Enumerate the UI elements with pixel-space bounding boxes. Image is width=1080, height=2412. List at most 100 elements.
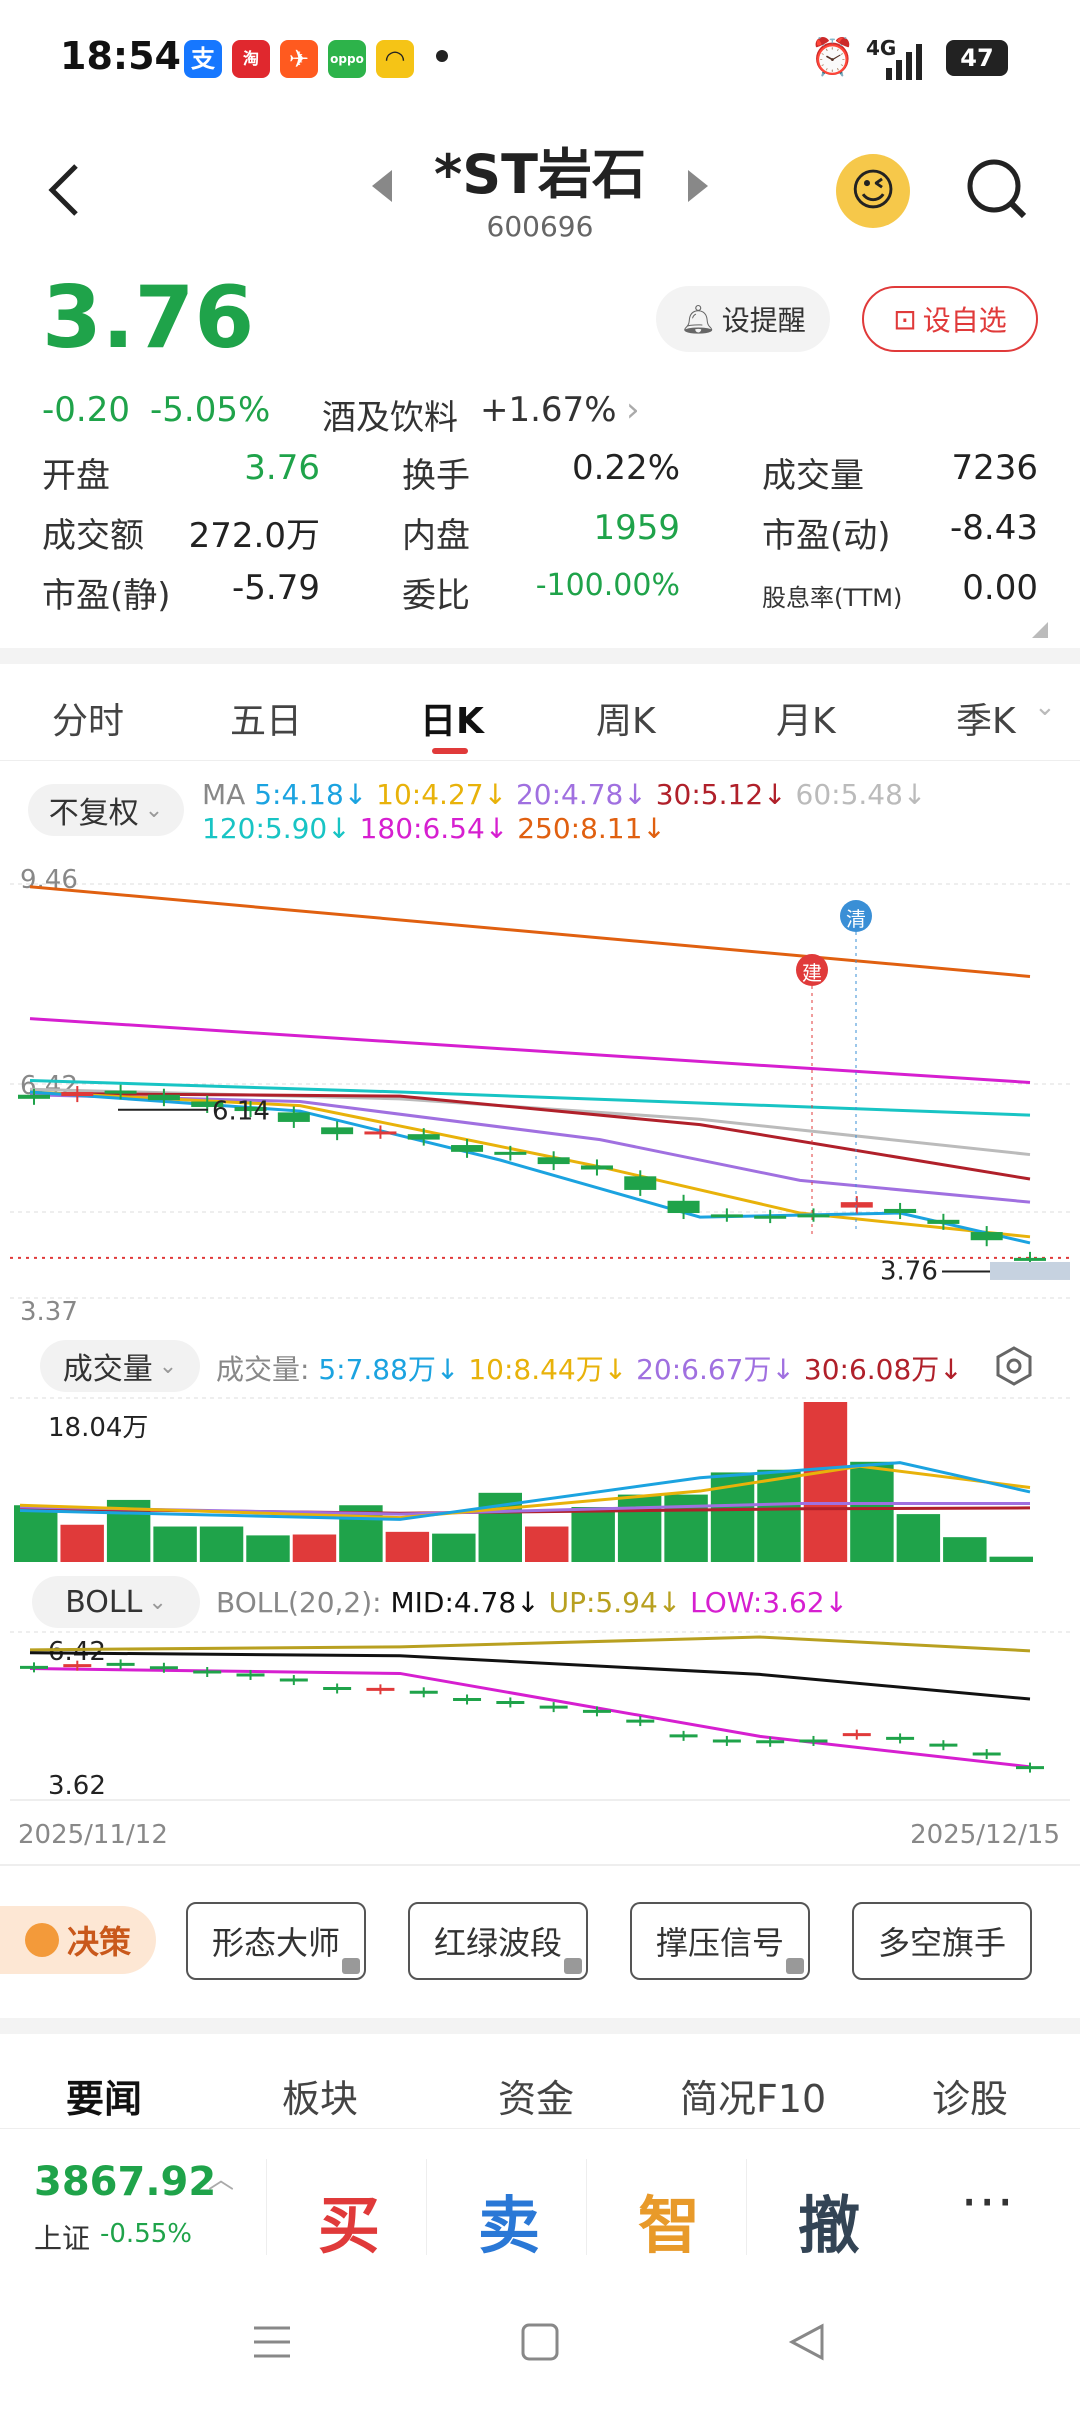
mascot-icon[interactable]: 😉 <box>836 154 910 228</box>
news-tab-板块[interactable]: 板块 <box>282 2068 358 2123</box>
back-triangle-icon[interactable] <box>786 2322 826 2362</box>
action-divider <box>426 2159 427 2255</box>
boll-selector-label: BOLL <box>65 1584 143 1620</box>
volume-chart[interactable]: 18.04万 <box>0 1396 1080 1568</box>
tool-button-label: 红绿波段 <box>433 1924 562 1962</box>
set-alert-button[interactable]: 🔔︎ 设提醒 <box>656 286 830 352</box>
boll-chart[interactable]: 6.423.62 <box>0 1630 1080 1806</box>
volume-bar <box>246 1535 290 1562</box>
current-price-tag <box>990 1261 1070 1280</box>
candle <box>61 1092 94 1097</box>
stat-value: 3.76 <box>244 448 320 488</box>
candle <box>927 1219 960 1224</box>
tool-button-多空旗手[interactable]: 多空旗手 <box>852 1902 1032 1980</box>
news-tab-诊股[interactable]: 诊股 <box>932 2068 1008 2123</box>
index-name: 上证 <box>34 2222 91 2255</box>
volume-bar <box>385 1531 430 1562</box>
candle <box>451 1145 484 1152</box>
chevron-right-icon[interactable]: › <box>626 390 640 430</box>
decision-label: 决策 <box>66 1923 131 1961</box>
tab-周K[interactable]: 周K <box>596 692 656 744</box>
news-tab-要闻[interactable]: 要闻 <box>66 2068 142 2123</box>
expand-corner-icon[interactable] <box>1032 622 1048 638</box>
boll-selector[interactable]: BOLL ⌄ <box>32 1576 200 1628</box>
search-icon[interactable] <box>964 156 1030 222</box>
sector-name[interactable]: 酒及饮料 <box>322 390 458 439</box>
action-divider <box>586 2159 587 2255</box>
tool-button-label: 形态大师 <box>211 1924 340 1962</box>
tool-button-红绿波段[interactable]: 红绿波段 <box>408 1902 588 1980</box>
candle <box>840 1202 873 1208</box>
legend-prefix: 成交量: <box>216 1353 319 1386</box>
volume-bar <box>803 1402 848 1562</box>
add-watchlist-button[interactable]: ⊡ 设自选 <box>862 286 1038 352</box>
more-icon[interactable]: ⋯ <box>960 2169 1014 2232</box>
section-divider <box>0 1864 1080 1866</box>
legend-item: 10:4.27↓ <box>376 778 516 811</box>
candle <box>18 1094 50 1099</box>
menu-icon[interactable] <box>252 2322 292 2362</box>
chevron-down-icon: ⌄ <box>158 1353 178 1379</box>
candle <box>364 1131 397 1135</box>
tab-日K[interactable]: 日K <box>420 692 484 744</box>
status-time: 18:54 <box>60 34 181 78</box>
adjust-selector[interactable]: 不复权 ⌄ <box>28 784 184 836</box>
volume-bar <box>989 1556 1033 1562</box>
more-notifications-icon <box>436 50 448 62</box>
tool-button-撑压信号[interactable]: 撑压信号 <box>630 1902 810 1980</box>
volume-bar <box>850 1461 894 1562</box>
volume-legend: 成交量: 5:7.88万↓ 10:8.44万↓ 20:6.67万↓ 30:6.0… <box>216 1348 996 1388</box>
settings-hexagon-icon[interactable] <box>994 1346 1034 1386</box>
action-divider <box>266 2159 267 2255</box>
prev-stock-icon[interactable] <box>368 168 396 204</box>
tab-五日[interactable]: 五日 <box>230 692 302 744</box>
tab-月K[interactable]: 月K <box>776 692 836 744</box>
tab-季K[interactable]: 季K <box>956 692 1016 744</box>
tab-分时[interactable]: 分时 <box>52 692 124 744</box>
action-智[interactable]: 智 <box>638 2175 700 2265</box>
tool-button-label: 多空旗手 <box>877 1924 1006 1962</box>
price-change-pct: -5.05% <box>150 390 271 430</box>
decision-button[interactable]: 决策 <box>0 1906 156 1974</box>
tool-button-形态大师[interactable]: 形态大师 <box>186 1902 366 1980</box>
volume-selector[interactable]: 成交量 ⌄ <box>40 1340 200 1392</box>
battery-icon: 47 <box>946 40 1008 76</box>
stat-value: -8.43 <box>950 508 1038 548</box>
adjust-label: 不复权 <box>48 796 139 831</box>
candle <box>321 1127 354 1135</box>
index-change: -0.55% <box>100 2219 192 2249</box>
next-stock-icon[interactable] <box>684 168 712 204</box>
lock-icon <box>342 1958 360 1974</box>
home-icon[interactable] <box>520 2322 560 2362</box>
stat-label: 换手 <box>402 456 470 496</box>
action-卖[interactable]: 卖 <box>478 2175 540 2265</box>
action-撤[interactable]: 撤 <box>798 2175 860 2265</box>
volume-bar <box>292 1534 337 1562</box>
action-买[interactable]: 买 <box>318 2175 380 2265</box>
volume-max-label: 18.04万 <box>48 1413 148 1443</box>
price-chart[interactable]: 9.466.423.376.143.76建清 <box>0 858 1080 1330</box>
news-tab-简况F10[interactable]: 简况F10 <box>680 2068 826 2123</box>
sector-change[interactable]: +1.67% <box>480 390 617 430</box>
candle <box>494 1151 527 1155</box>
stat-value: 0.00 <box>962 568 1038 608</box>
stat-value: 272.0万 <box>188 516 320 556</box>
stat-value: -100.00% <box>535 568 680 603</box>
chevron-up-icon[interactable]: ︿ <box>208 2159 234 2196</box>
buy-marker-label: 建 <box>802 961 822 985</box>
volume-bar <box>896 1514 941 1562</box>
index-value[interactable]: 3867.92 <box>34 2159 216 2205</box>
legend-prefix: BOLL(20,2): <box>216 1586 391 1619</box>
current-price: 3.76 <box>42 268 255 368</box>
action-divider <box>746 2159 747 2255</box>
decision-icon <box>24 1923 59 1957</box>
stock-header: *ST岩石 600696 😉 <box>0 120 1080 260</box>
news-tab-资金[interactable]: 资金 <box>498 2068 574 2123</box>
chevron-down-icon: ⌄ <box>144 797 164 823</box>
chevron-down-icon[interactable]: ⌄ <box>1034 692 1056 722</box>
legend-item: 5:4.18↓ <box>254 778 377 811</box>
date-end: 2025/12/15 <box>910 1820 1060 1850</box>
legend-item: UP:5.94↓ <box>548 1586 691 1619</box>
stat-value: 1959 <box>593 508 680 548</box>
stat-label: 成交额 <box>42 516 144 556</box>
